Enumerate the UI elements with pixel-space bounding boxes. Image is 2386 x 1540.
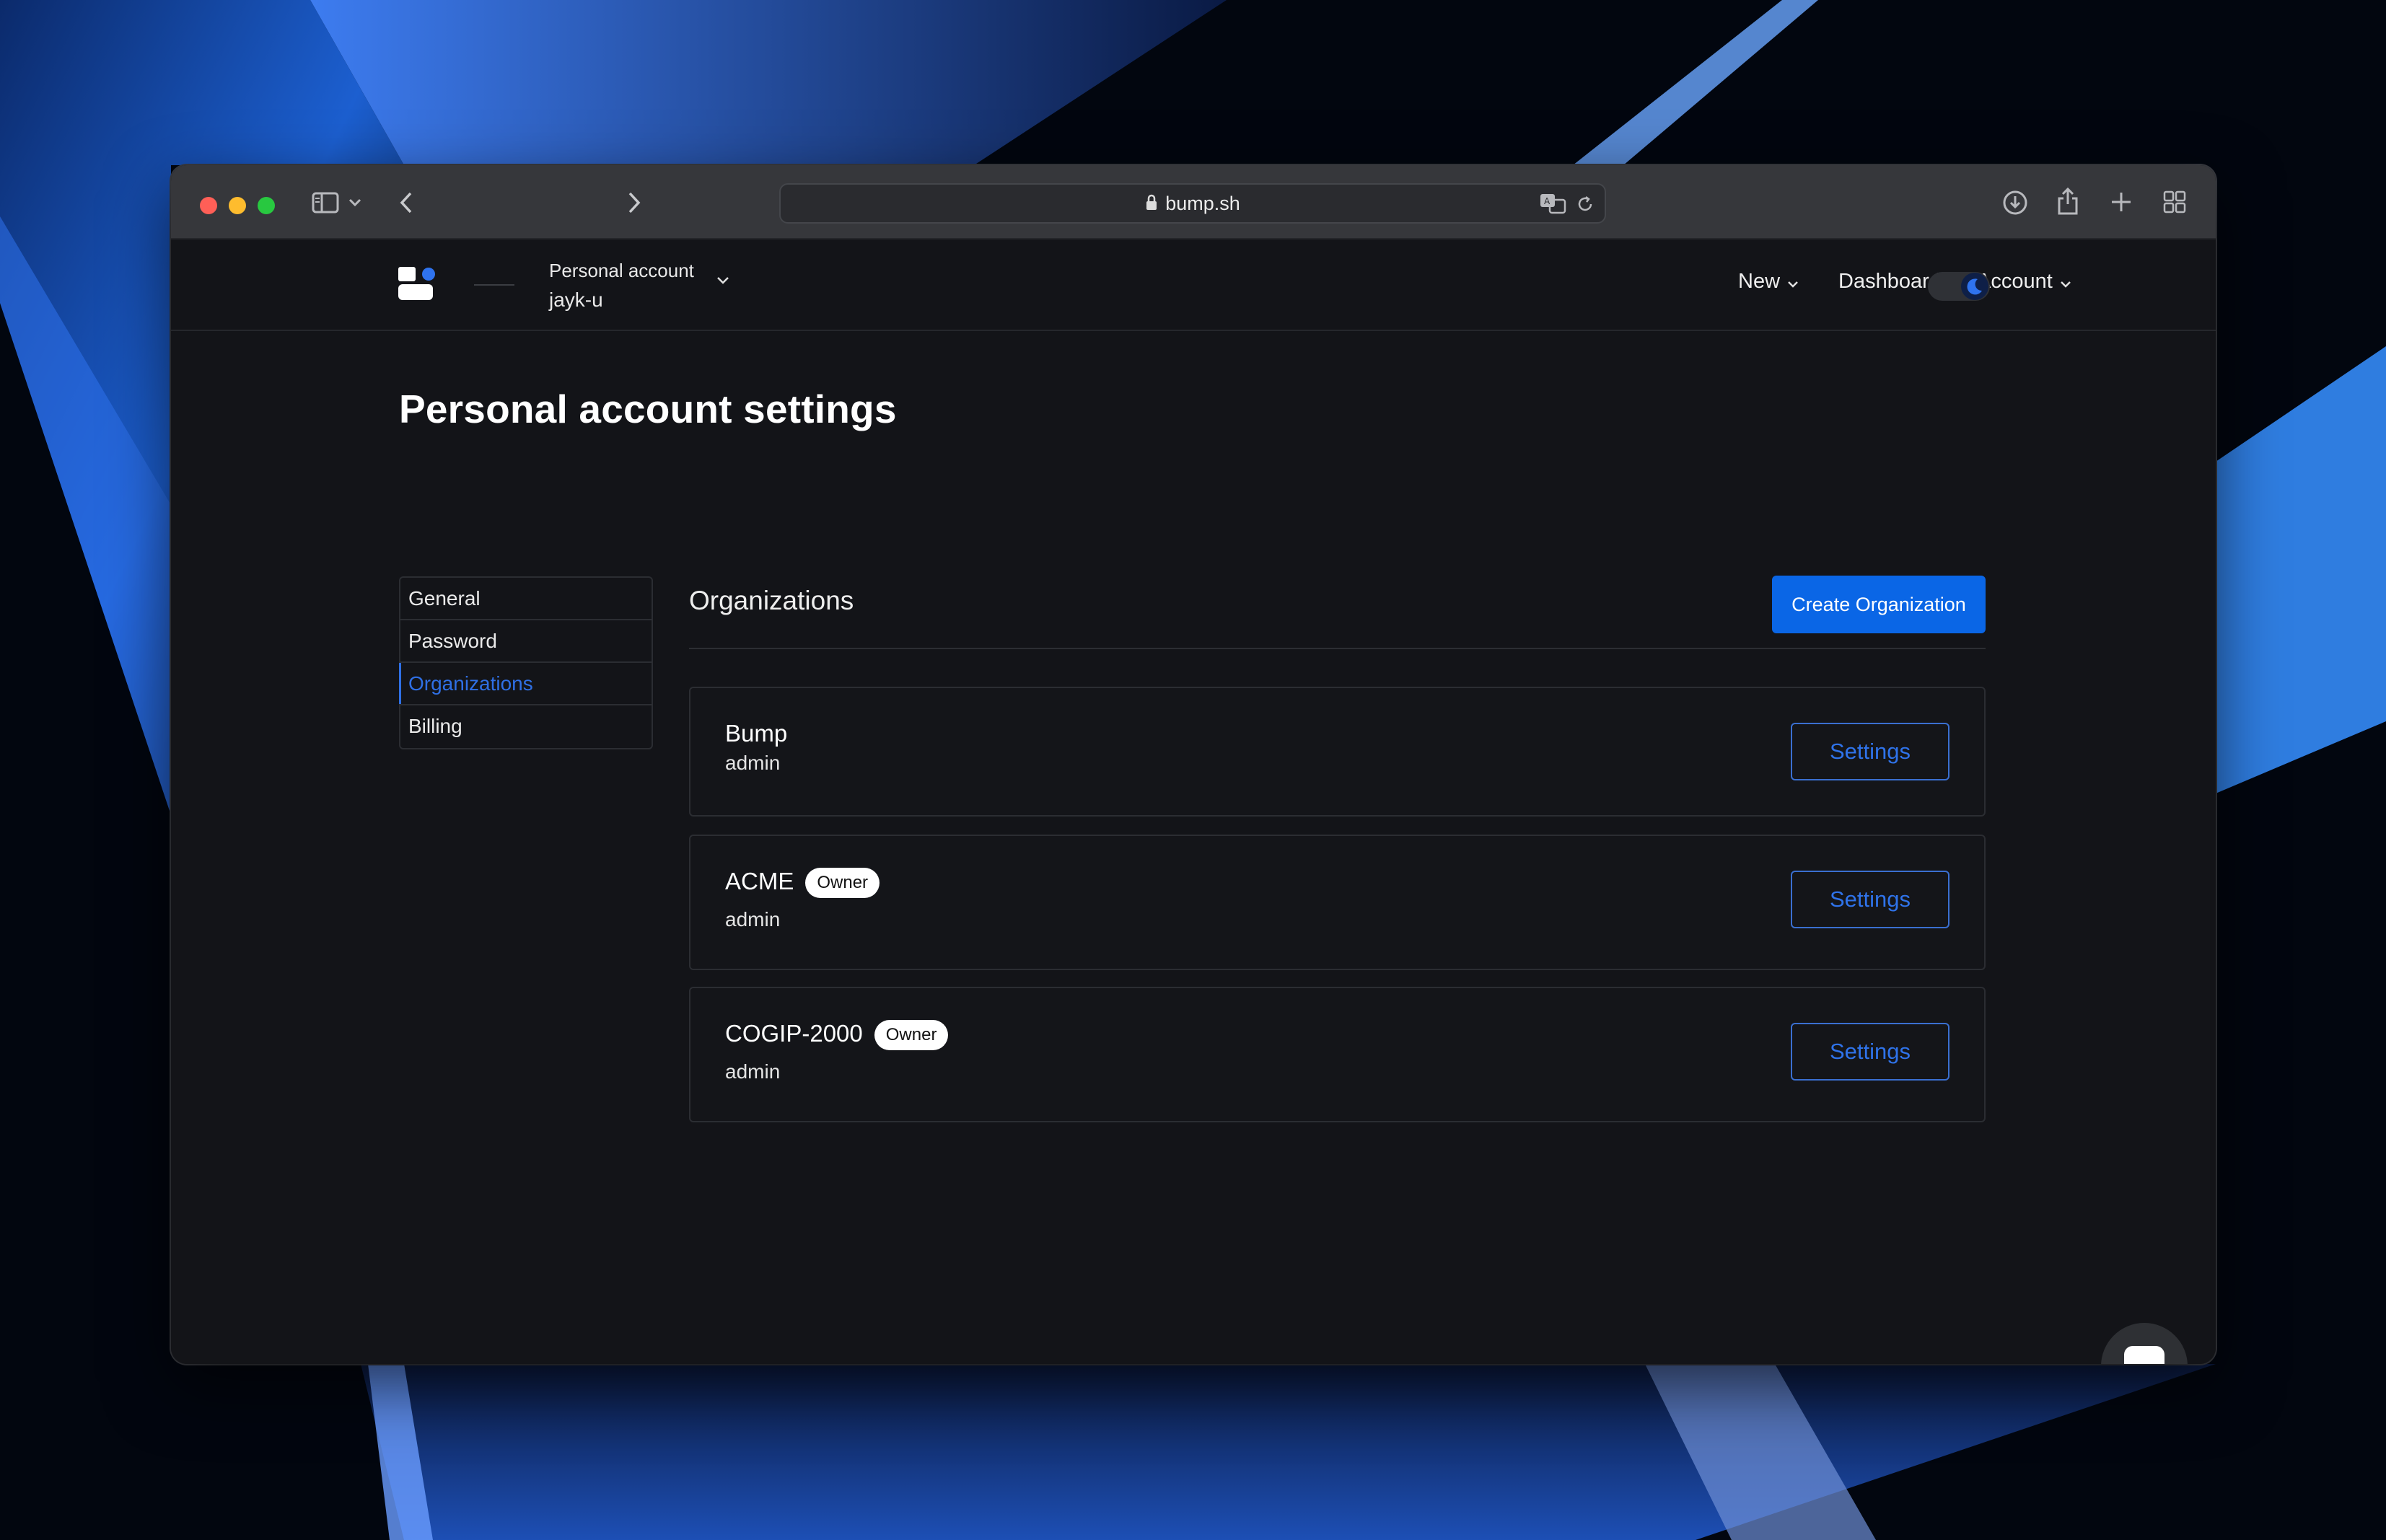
organization-role: admin <box>725 908 781 930</box>
account-type-label: Personal account <box>549 260 694 281</box>
forward-icon[interactable] <box>624 190 644 216</box>
header-divider <box>474 284 514 286</box>
nav-account-menu[interactable]: Account <box>1977 267 2071 296</box>
chat-icon <box>2123 1345 2166 1364</box>
organization-settings-button[interactable]: Settings <box>1791 723 1949 780</box>
back-icon[interactable] <box>396 190 416 216</box>
chevron-down-icon <box>2060 268 2071 296</box>
organization-name-row: ACME Owner <box>725 868 880 899</box>
moon-icon <box>1961 273 1988 300</box>
organization-settings-button[interactable]: Settings <box>1791 1023 1949 1081</box>
organization-role: admin <box>725 1060 781 1083</box>
browser-window: bump.sh A Personal account jayk-u New Da… <box>171 165 2216 1364</box>
chat-launcher-button[interactable] <box>2101 1323 2188 1364</box>
organization-name: COGIP-2000 <box>725 1020 863 1047</box>
share-icon[interactable] <box>2055 186 2081 216</box>
new-tab-icon[interactable] <box>2108 188 2135 216</box>
side-menu-item-password[interactable]: Password <box>400 620 652 663</box>
section-divider <box>689 648 1986 649</box>
chevron-down-icon[interactable] <box>346 194 364 211</box>
downloads-icon[interactable] <box>2001 188 2030 217</box>
translate-icon[interactable]: A <box>1538 192 1567 215</box>
svg-text:A: A <box>1544 196 1551 206</box>
address-bar[interactable]: bump.sh A <box>779 183 1606 224</box>
minimize-window-button[interactable] <box>229 197 246 214</box>
chevron-down-icon <box>1787 268 1799 296</box>
organization-name: ACME <box>725 868 794 894</box>
organizations-section-title: Organizations <box>689 586 854 615</box>
bump-logo-icon[interactable] <box>398 267 439 302</box>
lock-icon <box>1145 186 1158 224</box>
dark-mode-toggle[interactable] <box>1928 272 1990 301</box>
side-menu-item-organizations[interactable]: Organizations <box>399 663 652 705</box>
organization-name: Bump <box>725 720 788 747</box>
app-header: Personal account jayk-u New Dashboard Ac… <box>171 239 2216 331</box>
side-menu-item-general[interactable]: General <box>400 578 652 620</box>
chevron-down-icon[interactable] <box>716 276 730 289</box>
organization-settings-button[interactable]: Settings <box>1791 871 1949 928</box>
web-page: Personal account jayk-u New Dashboard Ac… <box>171 239 2216 1364</box>
url-text: bump.sh <box>1165 193 1240 214</box>
organization-role: admin <box>725 752 781 774</box>
create-organization-button[interactable]: Create Organization <box>1772 576 1986 633</box>
nav-new-label: New <box>1738 270 1781 293</box>
organization-card: ACME Owner admin Settings <box>689 835 1986 970</box>
browser-toolbar: bump.sh A <box>171 165 2216 239</box>
sidebar-toggle-icon[interactable] <box>311 190 340 215</box>
nav-dashboard-link[interactable]: Dashboard <box>1838 267 1941 296</box>
organization-card: Bump admin Settings <box>689 687 1986 817</box>
account-username: jayk-u <box>549 289 603 311</box>
owner-badge: Owner <box>874 1020 949 1051</box>
organization-card: COGIP-2000 Owner admin Settings <box>689 987 1986 1122</box>
zoom-window-button[interactable] <box>258 197 275 214</box>
tab-overview-icon[interactable] <box>2161 188 2188 216</box>
side-menu-item-billing[interactable]: Billing <box>400 705 652 748</box>
reload-icon[interactable] <box>1574 193 1596 215</box>
organization-name-row: COGIP-2000 Owner <box>725 1020 949 1051</box>
close-window-button[interactable] <box>200 197 217 214</box>
page-title: Personal account settings <box>399 387 897 431</box>
settings-side-menu: General Password Organizations Billing <box>399 576 653 749</box>
owner-badge: Owner <box>805 868 880 899</box>
nav-new-menu[interactable]: New <box>1738 267 1799 296</box>
